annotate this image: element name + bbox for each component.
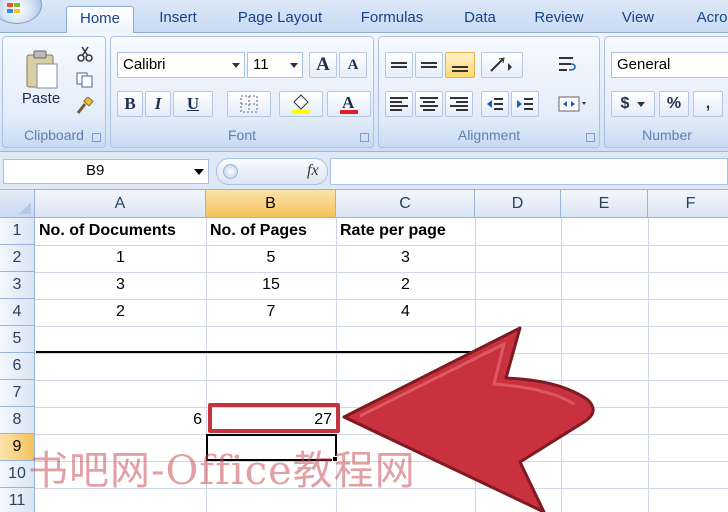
callout-arrow-icon: [342, 326, 595, 512]
watermark: 书吧网-Office教程网: [28, 448, 416, 494]
